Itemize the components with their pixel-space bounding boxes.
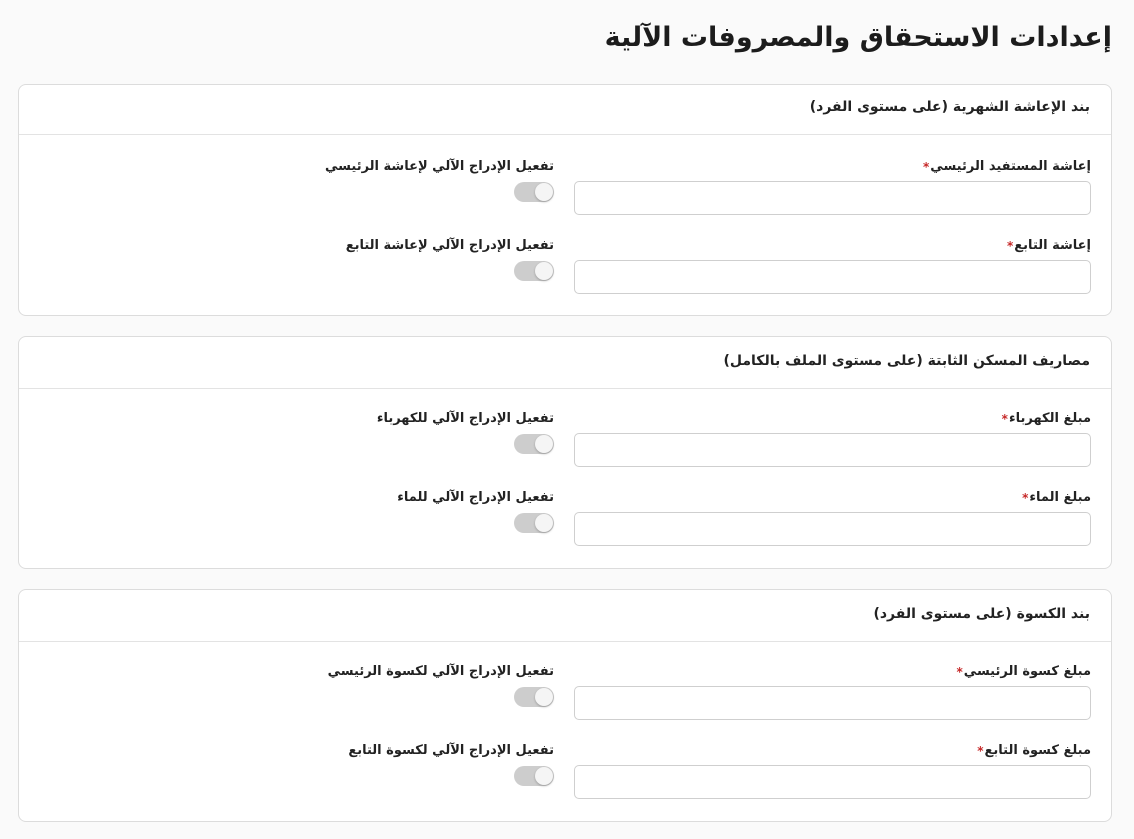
main-subsistence-auto-toggle[interactable] <box>514 182 554 202</box>
dependent-subsistence-auto-toggle[interactable] <box>514 261 554 281</box>
label-text: إعاشة المستفيد الرئيسي <box>930 159 1091 174</box>
dependent-subsistence-input[interactable] <box>574 260 1091 294</box>
field-row-main-subsistence: إعاشة المستفيد الرئيسي* تفعيل الإدراج ال… <box>19 158 1111 220</box>
field-label: إعاشة المستفيد الرئيسي* <box>923 158 1091 176</box>
required-marker: * <box>1001 412 1008 426</box>
required-marker: * <box>956 665 963 679</box>
water-auto-toggle[interactable] <box>514 513 554 533</box>
toggle-label: تفعيل الإدراج الآلي للكهرباء <box>376 411 554 426</box>
toggle-knob <box>535 183 553 201</box>
field-row-dependent-clothing: مبلغ كسوة التابع* تفعيل الإدراج الآلي لك… <box>19 742 1111 804</box>
toggle-knob <box>535 688 553 706</box>
field-row-dependent-subsistence: إعاشة التابع* تفعيل الإدراج الآلي لإعاشة… <box>19 237 1111 299</box>
required-marker: * <box>1007 239 1014 253</box>
section-header: بند الإعاشة الشهرية (على مستوى الفرد) <box>19 85 1111 135</box>
electricity-amount-input[interactable] <box>574 433 1091 467</box>
required-marker: * <box>977 744 984 758</box>
label-text: مبلغ الكهرباء <box>1008 411 1091 426</box>
section-header: مصاريف المسكن الثابتة (على مستوى الملف ب… <box>19 337 1111 389</box>
section-clothing: بند الكسوة (على مستوى الفرد) مبلغ كسوة ا… <box>18 589 1112 822</box>
field-row-electricity: مبلغ الكهرباء* تفعيل الإدراج الآلي للكهر… <box>19 410 1111 472</box>
section-title: مصاريف المسكن الثابتة (على مستوى الملف ب… <box>723 353 1090 369</box>
field-label: مبلغ الماء* <box>1022 489 1091 507</box>
main-subsistence-input[interactable] <box>574 181 1091 215</box>
section-header: بند الكسوة (على مستوى الفرد) <box>19 590 1111 642</box>
toggle-knob <box>535 514 553 532</box>
label-text: إعاشة التابع <box>1014 238 1091 253</box>
required-marker: * <box>923 160 930 174</box>
label-text: مبلغ كسوة التابع <box>984 743 1092 758</box>
field-label: إعاشة التابع* <box>1007 237 1091 255</box>
section-title: بند الكسوة (على مستوى الفرد) <box>873 606 1090 622</box>
field-row-main-clothing: مبلغ كسوة الرئيسي* تفعيل الإدراج الآلي ل… <box>19 663 1111 725</box>
toggle-knob <box>535 262 553 280</box>
section-monthly-subsistence: بند الإعاشة الشهرية (على مستوى الفرد) إع… <box>18 84 1112 316</box>
section-title: بند الإعاشة الشهرية (على مستوى الفرد) <box>809 99 1090 115</box>
label-text: مبلغ الماء <box>1029 490 1091 505</box>
toggle-label: تفعيل الإدراج الآلي لكسوة الرئيسي <box>327 664 554 679</box>
electricity-auto-toggle[interactable] <box>514 434 554 454</box>
section-housing-expenses: مصاريف المسكن الثابتة (على مستوى الملف ب… <box>18 336 1112 569</box>
required-marker: * <box>1022 491 1029 505</box>
dependent-clothing-amount-input[interactable] <box>574 765 1091 799</box>
dependent-clothing-auto-toggle[interactable] <box>514 766 554 786</box>
field-row-water: مبلغ الماء* تفعيل الإدراج الآلي للماء <box>19 489 1111 551</box>
field-label: مبلغ الكهرباء* <box>1002 410 1091 428</box>
toggle-label: تفعيل الإدراج الآلي لكسوة التابع <box>348 743 554 758</box>
toggle-knob <box>535 435 553 453</box>
field-label: مبلغ كسوة الرئيسي* <box>957 663 1091 681</box>
label-text: مبلغ كسوة الرئيسي <box>963 664 1091 679</box>
toggle-label: تفعيل الإدراج الآلي للماء <box>397 490 554 505</box>
water-amount-input[interactable] <box>574 512 1091 546</box>
toggle-label: تفعيل الإدراج الآلي لإعاشة التابع <box>345 238 554 253</box>
main-clothing-amount-input[interactable] <box>574 686 1091 720</box>
main-clothing-auto-toggle[interactable] <box>514 687 554 707</box>
page-title: إعدادات الاستحقاق والمصروفات الآلية <box>604 22 1112 53</box>
field-label: مبلغ كسوة التابع* <box>977 742 1091 760</box>
toggle-knob <box>535 767 553 785</box>
toggle-label: تفعيل الإدراج الآلي لإعاشة الرئيسي <box>325 159 554 174</box>
